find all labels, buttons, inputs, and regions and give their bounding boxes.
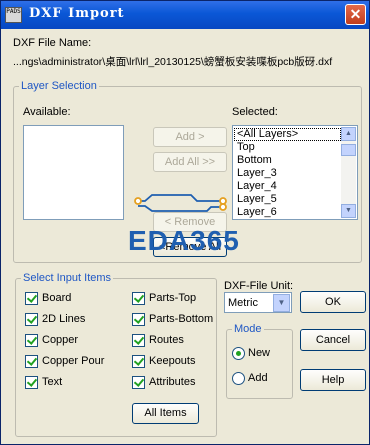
attributes-checkbox[interactable] [132,376,145,389]
list-item-bottom[interactable]: Bottom [234,154,339,167]
2d-lines-label: 2D Lines [42,313,86,325]
dxf-import-dialog: PADS DXF Import ✕ DXF File Name: ...ngs\… [0,0,370,445]
circuit-trace-icon [134,194,227,212]
routes-label: Routes [149,334,184,346]
unit-value: Metric [228,297,258,309]
title-bar[interactable]: PADS DXF Import ✕ [1,1,369,29]
close-icon: ✕ [349,6,362,22]
parts-top-checkbox[interactable] [132,292,145,305]
ok-button[interactable]: OK [300,291,366,313]
unit-label: DXF-File Unit: [224,280,294,292]
window-title: DXF Import [29,6,125,21]
selected-list-scrollbar[interactable]: ▲ ▼ [341,127,356,218]
input-items-legend: Select Input Items [23,272,112,284]
text-label: Text [42,376,63,388]
copper-pour-checkbox[interactable] [25,355,38,368]
mode-new-radio[interactable] [232,347,245,360]
scroll-up-icon[interactable]: ▲ [341,127,356,141]
parts-top-label: Parts-Top [149,292,197,304]
text-checkbox[interactable] [25,376,38,389]
list-item-layer-3[interactable]: Layer_3 [234,167,339,180]
list-item-top[interactable]: Top [234,141,339,154]
chevron-down-icon[interactable]: ▼ [273,294,290,312]
unit-select[interactable]: Metric ▼ [224,292,292,313]
pads-app-icon: PADS [5,7,22,23]
attributes-label: Attributes [149,376,196,388]
file-name-label: DXF File Name: [13,37,92,49]
mode-group: Mode [226,323,293,399]
copper-label: Copper [42,334,79,346]
close-button[interactable]: ✕ [345,4,366,25]
board-label: Board [42,292,72,304]
list-item-all-layers[interactable]: <All Layers> [234,128,341,141]
mode-new-label: New [248,347,271,359]
file-path-text: ...ngs\administrator\桌面\lrl\lrl_20130125… [13,56,333,68]
keepouts-label: Keepouts [149,355,196,367]
layer-selection-legend: Layer Selection [21,80,97,92]
keepouts-checkbox[interactable] [132,355,145,368]
all-items-button[interactable]: All Items [132,403,199,424]
copper-checkbox[interactable] [25,334,38,347]
mode-add-label: Add [248,372,268,384]
available-label: Available: [23,106,71,118]
scroll-thumb[interactable] [341,144,356,156]
2d-lines-checkbox[interactable] [25,313,38,326]
selected-label: Selected: [232,106,278,118]
board-checkbox[interactable] [25,292,38,305]
available-layers-list[interactable] [23,125,124,220]
cancel-button[interactable]: Cancel [300,329,366,351]
parts-bottom-checkbox[interactable] [132,313,145,326]
watermark-text: EDA365 [128,225,240,256]
add-button[interactable]: Add > [153,127,227,147]
routes-checkbox[interactable] [132,334,145,347]
scroll-down-icon[interactable]: ▼ [341,204,356,218]
help-button[interactable]: Help [300,369,366,391]
mode-legend: Mode [234,323,262,335]
add-all-button[interactable]: Add All >> [153,152,227,172]
eda365-watermark: EDA365 [128,194,240,256]
mode-add-radio[interactable] [232,372,245,385]
parts-bottom-label: Parts-Bottom [149,313,214,325]
copper-pour-label: Copper Pour [42,355,105,367]
